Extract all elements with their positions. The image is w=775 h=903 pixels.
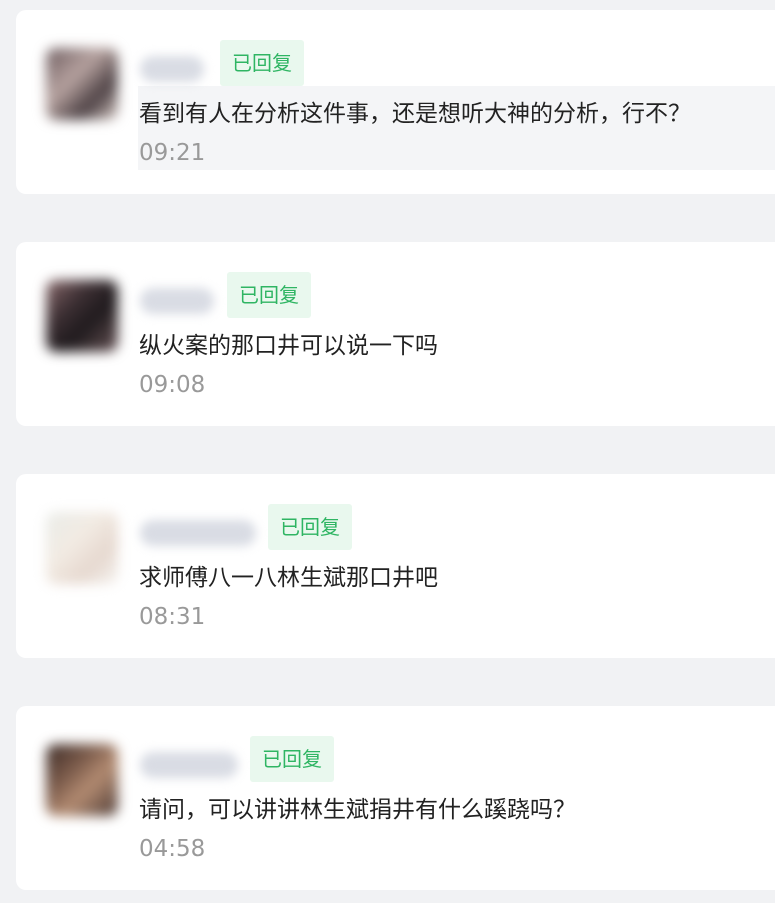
comment-time: 04:58 — [139, 836, 206, 862]
comment-card[interactable]: 已回复 看到有人在分析这件事，还是想听大神的分析，行不？ 09:21 — [16, 10, 775, 194]
username[interactable] — [140, 56, 204, 82]
comment-text: 求师傅八一八林生斌那口井吧 — [139, 565, 438, 591]
replied-badge: 已回复 — [220, 40, 304, 86]
comment-text: 纵火案的那口井可以说一下吗 — [139, 333, 438, 359]
comment-time: 09:08 — [139, 372, 206, 398]
comment-card[interactable]: 已回复 纵火案的那口井可以说一下吗 09:08 — [16, 242, 775, 426]
username[interactable] — [140, 288, 214, 314]
comment-text: 请问，可以讲讲林生斌捐井有什么蹊跷吗？ — [139, 797, 576, 823]
avatar[interactable] — [46, 512, 118, 584]
comment-time: 09:21 — [139, 140, 206, 166]
avatar[interactable] — [46, 744, 118, 816]
comment-card[interactable]: 已回复 求师傅八一八林生斌那口井吧 08:31 — [16, 474, 775, 658]
replied-badge: 已回复 — [268, 504, 352, 550]
comment-time: 08:31 — [139, 604, 206, 630]
comment-text: 看到有人在分析这件事，还是想听大神的分析，行不？ — [139, 101, 691, 127]
replied-badge: 已回复 — [250, 736, 334, 782]
avatar[interactable] — [46, 48, 118, 120]
username[interactable] — [140, 520, 256, 546]
username[interactable] — [140, 752, 238, 778]
avatar[interactable] — [46, 280, 118, 352]
replied-badge: 已回复 — [227, 272, 311, 318]
comment-card[interactable]: 已回复 请问，可以讲讲林生斌捐井有什么蹊跷吗？ 04:58 — [16, 706, 775, 890]
